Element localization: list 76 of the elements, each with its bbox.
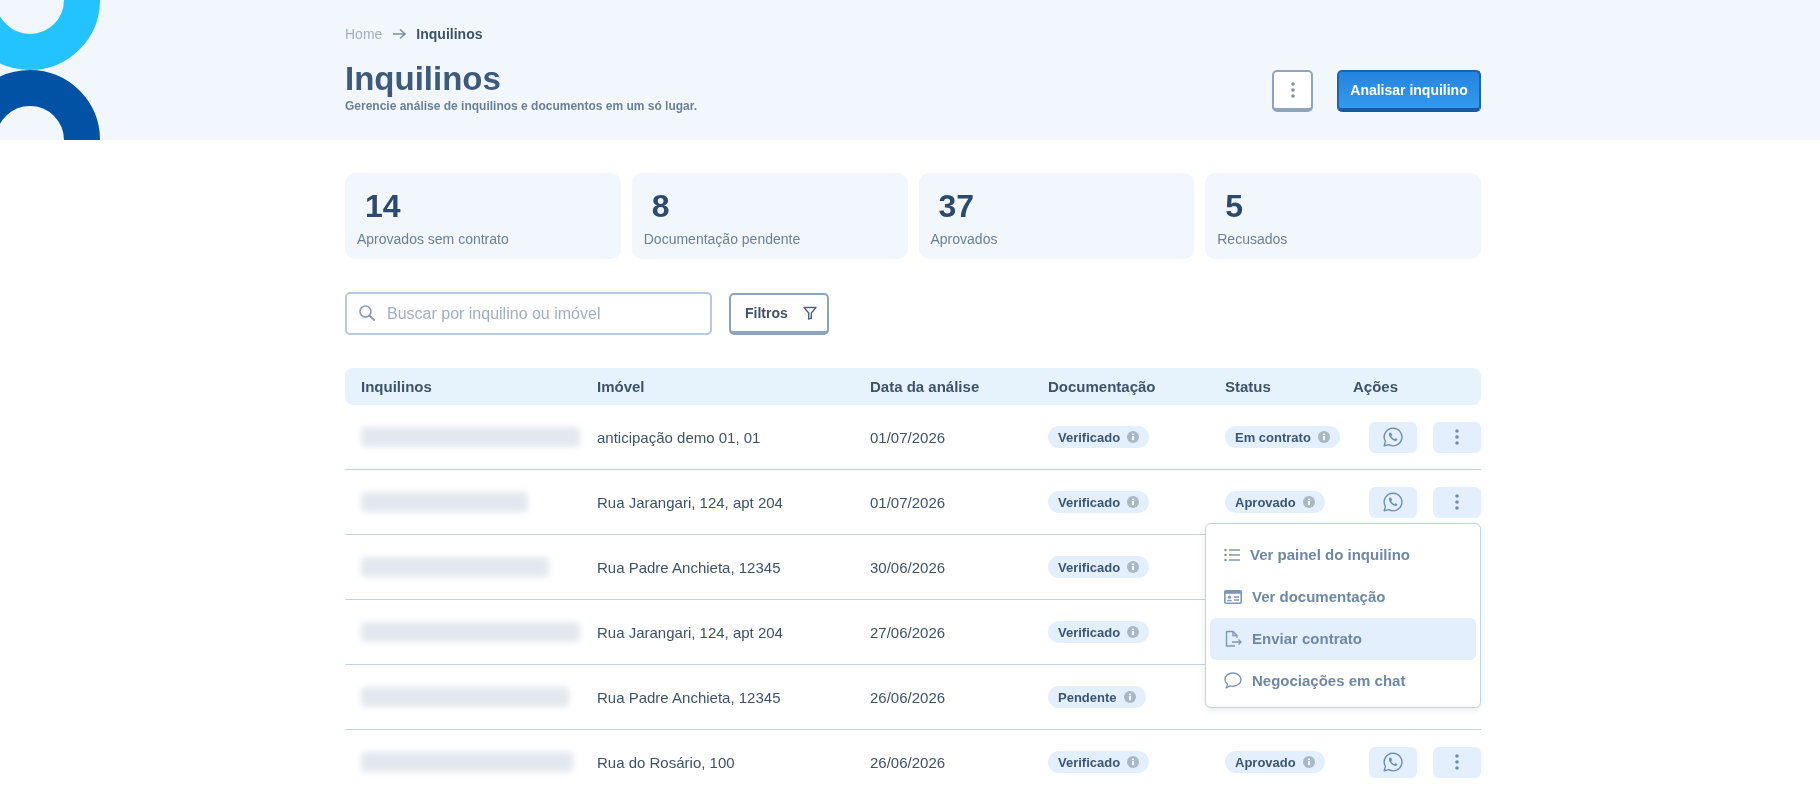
arrow-right-icon xyxy=(392,28,407,40)
analysis-date: 26/06/2026 xyxy=(870,688,946,706)
info-icon xyxy=(1127,496,1140,508)
kebab-icon xyxy=(1455,754,1459,770)
chat-button[interactable] xyxy=(1369,421,1417,453)
breadcrumb-current: Inquilinos xyxy=(416,26,483,42)
stat-value: 14 xyxy=(364,189,402,223)
phone-chat-icon xyxy=(1383,492,1403,512)
menu-item[interactable]: Ver painel do inquilino xyxy=(1210,533,1476,576)
documentation-status-text: Verificado xyxy=(1058,754,1121,770)
property-address: Rua Padre Anchieta, 12345 xyxy=(597,688,781,706)
chat-button[interactable] xyxy=(1369,486,1417,518)
search-field[interactable]: Buscar por inquilino ou imóvel xyxy=(345,292,712,335)
more-options-button[interactable] xyxy=(1433,421,1481,453)
status-text: Aprovado xyxy=(1235,754,1296,770)
phone-chat-icon xyxy=(1383,427,1403,447)
analysis-date: 01/07/2026 xyxy=(870,493,946,511)
kebab-icon xyxy=(1455,429,1459,445)
info-icon xyxy=(1123,691,1136,703)
column-header: Status xyxy=(1225,378,1271,395)
stat-label: Aprovados xyxy=(930,230,999,248)
filter-icon xyxy=(803,305,817,320)
stat-value: 8 xyxy=(650,189,671,223)
analysis-date: 27/06/2026 xyxy=(870,623,946,641)
documentation-status-text: Verificado xyxy=(1058,559,1121,575)
page-title: Inquilinos xyxy=(345,59,502,98)
column-header: Inquilinos xyxy=(361,378,432,395)
phone-chat-icon xyxy=(1383,752,1403,772)
kebab-icon xyxy=(1290,81,1295,98)
documentation-status-text: Verificado xyxy=(1058,624,1121,640)
more-options-button[interactable] xyxy=(1272,69,1313,112)
menu-item[interactable]: Negociações em chat xyxy=(1210,659,1476,702)
info-icon xyxy=(1302,496,1315,508)
status-text: Aprovado xyxy=(1235,494,1296,510)
documentation-status-text: Pendente xyxy=(1058,689,1117,705)
menu-item[interactable]: Ver documentação xyxy=(1210,575,1476,618)
analysis-date: 30/06/2026 xyxy=(870,558,946,576)
property-address: anticipação demo 01, 01 xyxy=(597,428,761,446)
page-subtitle: Gerencie análise de inquilinos e documentos em um só lugar. xyxy=(345,98,698,114)
property-address: Rua Jarangari, 124, apt 204 xyxy=(597,623,783,641)
property-address: Rua Jarangari, 124, apt 204 xyxy=(597,493,783,511)
stat-label: Recusados xyxy=(1217,230,1289,248)
analysis-date: 26/06/2026 xyxy=(870,753,946,771)
analysis-date: 01/07/2026 xyxy=(870,428,946,446)
column-header: Imóvel xyxy=(597,378,645,395)
stat-label: Documentação pendente xyxy=(643,230,802,248)
info-icon xyxy=(1302,756,1315,768)
column-header: Data da análise xyxy=(870,378,980,395)
stat-value: 37 xyxy=(937,189,976,223)
property-address: Rua do Rosário, 100 xyxy=(597,753,735,771)
info-icon xyxy=(1317,431,1330,443)
property-address: Rua Padre Anchieta, 12345 xyxy=(597,558,781,576)
id-card-icon xyxy=(1224,589,1242,604)
documentation-status-text: Verificado xyxy=(1058,494,1121,510)
more-options-button[interactable] xyxy=(1433,746,1481,778)
column-header: Documentação xyxy=(1048,378,1156,395)
info-icon xyxy=(1127,431,1140,443)
file-export-icon xyxy=(1224,629,1242,648)
breadcrumb-link[interactable]: Home xyxy=(345,26,383,42)
documentation-status-text: Verificado xyxy=(1058,429,1121,445)
status-text: Em contrato xyxy=(1235,429,1311,445)
list-icon xyxy=(1224,547,1240,562)
chat-button[interactable] xyxy=(1369,746,1417,778)
search-icon xyxy=(359,305,375,321)
info-icon xyxy=(1127,626,1140,638)
column-header: Ações xyxy=(1353,378,1399,395)
kebab-icon xyxy=(1455,494,1459,510)
stat-value: 5 xyxy=(1224,189,1245,223)
info-icon xyxy=(1127,561,1140,573)
menu-item[interactable]: Enviar contrato xyxy=(1210,617,1476,660)
filters-button[interactable]: Filtros xyxy=(729,292,829,335)
info-icon xyxy=(1127,756,1140,768)
chat-bubble-icon xyxy=(1224,672,1242,689)
analyze-tenant-button[interactable]: Analisar inquilino xyxy=(1337,69,1481,112)
more-options-button[interactable] xyxy=(1433,486,1481,518)
stat-label: Aprovados sem contrato xyxy=(357,230,510,248)
